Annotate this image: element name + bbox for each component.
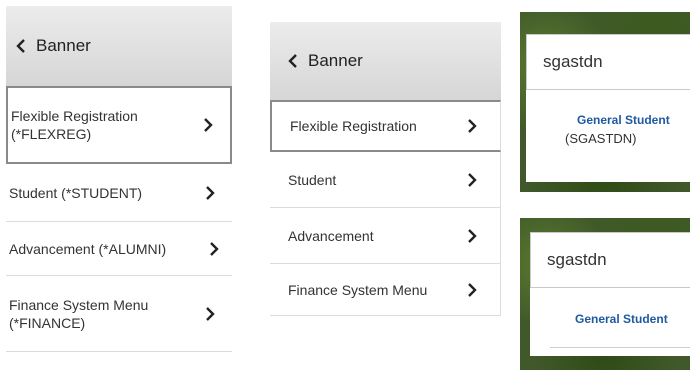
- search-result-item[interactable]: General Student (SGASTDN): [526, 90, 690, 182]
- menu-item-label: Flexible Registration: [290, 118, 417, 134]
- menu-item-advancement[interactable]: Advancement: [270, 208, 501, 264]
- menu-item-student[interactable]: Student (*STUDENT): [6, 164, 232, 222]
- search-result-item[interactable]: General Student: [530, 288, 690, 356]
- banner-menu-panel-codes: Banner Flexible Registration (*FLEXREG) …: [6, 6, 232, 352]
- result-name-link[interactable]: General Student: [575, 312, 668, 326]
- chevron-right-icon: [468, 228, 477, 243]
- search-input[interactable]: sgastdn: [530, 232, 690, 288]
- menu-item-label: Student: [288, 171, 337, 188]
- result-code: (SGASTDN): [565, 131, 637, 146]
- menu-item-label: Advancement (*ALUMNI): [9, 240, 167, 257]
- result-divider: [550, 347, 690, 348]
- menu-header-title: Banner: [308, 51, 363, 70]
- search-query: sgastdn: [543, 52, 603, 71]
- menu-item-label: Advancement: [288, 227, 374, 244]
- search-card-with-code: sgastdn General Student (SGASTDN): [520, 12, 690, 192]
- chevron-right-icon: [206, 306, 215, 321]
- search-card-name-only: sgastdn General Student: [520, 218, 690, 370]
- menu-item-student[interactable]: Student: [270, 152, 501, 208]
- menu-item-label: Flexible Registration (*FLEXREG): [11, 108, 138, 142]
- menu-item-label: Finance System Menu: [288, 281, 428, 298]
- chevron-right-icon: [468, 172, 477, 187]
- menu-item-label: Student (*STUDENT): [9, 184, 143, 201]
- banner-menu-panel-plain: Banner Flexible Registration Student Adv…: [270, 22, 501, 318]
- chevron-left-icon: [288, 54, 297, 68]
- chevron-right-icon: [210, 241, 219, 256]
- menu-item-finance-system-menu[interactable]: Finance System Menu: [270, 264, 501, 316]
- chevron-left-icon: [16, 39, 25, 53]
- menu-item-flexible-registration[interactable]: Flexible Registration (*FLEXREG): [6, 86, 232, 164]
- menu-item-finance-system-menu[interactable]: Finance System Menu (*FINANCE): [6, 276, 232, 352]
- search-query: sgastdn: [547, 250, 607, 269]
- menu-header-title: Banner: [36, 36, 91, 55]
- banner-back-button[interactable]: Banner: [6, 6, 232, 86]
- chevron-right-icon: [468, 119, 477, 133]
- result-name-link[interactable]: General Student: [577, 113, 670, 127]
- chevron-right-icon: [206, 185, 215, 200]
- chevron-right-icon: [204, 118, 213, 132]
- menu-item-advancement[interactable]: Advancement (*ALUMNI): [6, 222, 232, 276]
- search-input[interactable]: sgastdn: [526, 34, 690, 90]
- chevron-right-icon: [468, 282, 477, 297]
- menu-item-label: Finance System Menu (*FINANCE): [9, 296, 149, 331]
- banner-back-button[interactable]: Banner: [270, 22, 501, 100]
- menu-item-flexible-registration[interactable]: Flexible Registration: [270, 100, 501, 152]
